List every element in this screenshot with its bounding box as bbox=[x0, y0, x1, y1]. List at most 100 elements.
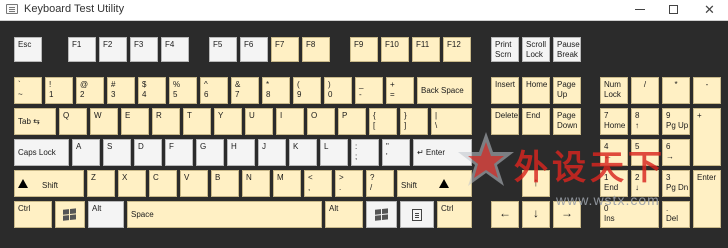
key-i[interactable]: I bbox=[276, 108, 304, 135]
key-num6[interactable]: 6 → bbox=[662, 139, 690, 166]
key-period[interactable]: >. bbox=[335, 170, 363, 197]
key-up[interactable]: ↑ bbox=[522, 170, 550, 197]
key-a[interactable]: A bbox=[72, 139, 100, 166]
key-d8[interactable]: * 8 bbox=[262, 77, 290, 104]
key-t[interactable]: T bbox=[183, 108, 211, 135]
key-capslock[interactable]: Caps Lock bbox=[14, 139, 69, 166]
key-rctrl[interactable]: Ctrl bbox=[437, 201, 472, 228]
key-p[interactable]: P bbox=[338, 108, 366, 135]
key-home[interactable]: Home bbox=[522, 77, 550, 104]
key-num0[interactable]: 0 Ins bbox=[600, 201, 659, 228]
key-f7[interactable]: F7 bbox=[271, 37, 299, 62]
key-lbracket[interactable]: {[ bbox=[369, 108, 397, 135]
key-x[interactable]: X bbox=[118, 170, 146, 197]
key-q[interactable]: Q bbox=[59, 108, 87, 135]
key-d7[interactable]: & 7 bbox=[231, 77, 259, 104]
key-esc[interactable]: Esc bbox=[14, 37, 42, 62]
key-v[interactable]: V bbox=[180, 170, 208, 197]
key-e[interactable]: E bbox=[121, 108, 149, 135]
key-num4[interactable]: 4 ← bbox=[600, 139, 628, 166]
key-n[interactable]: N bbox=[242, 170, 270, 197]
key-numadd[interactable]: + bbox=[693, 108, 721, 166]
key-f8[interactable]: F8 bbox=[302, 37, 330, 62]
key-semicolon[interactable]: :; bbox=[351, 139, 379, 166]
key-enter[interactable]: ↵ Enter bbox=[413, 139, 472, 166]
close-button[interactable]: ✕ bbox=[696, 0, 724, 20]
key-pagedown[interactable]: Page Down bbox=[553, 108, 581, 135]
key-s[interactable]: S bbox=[103, 139, 131, 166]
key-num9[interactable]: 9 Pg Up bbox=[662, 108, 690, 135]
key-numlock[interactable]: Num Lock bbox=[600, 77, 628, 104]
key-f3[interactable]: F3 bbox=[130, 37, 158, 62]
key-lwin[interactable] bbox=[55, 201, 85, 228]
key-numsub[interactable]: - bbox=[693, 77, 721, 104]
key-f4[interactable]: F4 bbox=[161, 37, 189, 62]
key-j[interactable]: J bbox=[258, 139, 286, 166]
key-g[interactable]: G bbox=[196, 139, 224, 166]
key-f1[interactable]: F1 bbox=[68, 37, 96, 62]
key-numenter[interactable]: Enter bbox=[693, 170, 721, 228]
key-insert[interactable]: Insert bbox=[491, 77, 519, 104]
key-numdel[interactable]: . Del bbox=[662, 201, 690, 228]
key-c[interactable]: C bbox=[149, 170, 177, 197]
key-f11[interactable]: F11 bbox=[412, 37, 440, 62]
key-f12[interactable]: F12 bbox=[443, 37, 471, 62]
key-d1[interactable]: ! 1 bbox=[45, 77, 73, 104]
key-f10[interactable]: F10 bbox=[381, 37, 409, 62]
key-z[interactable]: Z bbox=[87, 170, 115, 197]
key-b[interactable]: B bbox=[211, 170, 239, 197]
key-pausebreak[interactable]: Pause Break bbox=[553, 37, 581, 62]
key-minus[interactable]: _ - bbox=[355, 77, 383, 104]
key-k[interactable]: K bbox=[289, 139, 317, 166]
key-lshift[interactable]: Shift bbox=[14, 170, 84, 197]
key-u[interactable]: U bbox=[245, 108, 273, 135]
key-num1[interactable]: 1 End bbox=[600, 170, 628, 197]
key-rshift[interactable]: Shift bbox=[397, 170, 472, 197]
key-rbracket[interactable]: }] bbox=[400, 108, 428, 135]
key-f6[interactable]: F6 bbox=[240, 37, 268, 62]
key-num8[interactable]: 8 ↑ bbox=[631, 108, 659, 135]
key-down[interactable]: ↓ bbox=[522, 201, 550, 228]
maximize-button[interactable] bbox=[660, 0, 688, 20]
key-end[interactable]: End bbox=[522, 108, 550, 135]
key-nummul[interactable]: * bbox=[662, 77, 690, 104]
key-printscrn[interactable]: Print Scrn bbox=[491, 37, 519, 62]
key-d4[interactable]: $4 bbox=[138, 77, 166, 104]
key-space[interactable]: Space bbox=[127, 201, 322, 228]
key-tab[interactable]: Tab ⇆ bbox=[14, 108, 56, 135]
key-r[interactable]: R bbox=[152, 108, 180, 135]
key-lctrl[interactable]: Ctrl bbox=[14, 201, 52, 228]
key-l[interactable]: L bbox=[320, 139, 348, 166]
key-comma[interactable]: <, bbox=[304, 170, 332, 197]
key-pageup[interactable]: Page Up bbox=[553, 77, 581, 104]
key-d0[interactable]: ) 0 bbox=[324, 77, 352, 104]
key-num3[interactable]: 3 Pg Dn bbox=[662, 170, 690, 197]
key-delete[interactable]: Delete bbox=[491, 108, 519, 135]
key-d5[interactable]: % 5 bbox=[169, 77, 197, 104]
key-w[interactable]: W bbox=[90, 108, 118, 135]
key-h[interactable]: H bbox=[227, 139, 255, 166]
key-f9[interactable]: F9 bbox=[350, 37, 378, 62]
key-y[interactable]: Y bbox=[214, 108, 242, 135]
key-num2[interactable]: 2 ↓ bbox=[631, 170, 659, 197]
key-menu[interactable] bbox=[400, 201, 434, 228]
key-quote[interactable]: " ' bbox=[382, 139, 410, 166]
key-d9[interactable]: (9 bbox=[293, 77, 321, 104]
key-f[interactable]: F bbox=[165, 139, 193, 166]
key-backslash[interactable]: | \ bbox=[431, 108, 472, 135]
key-d3[interactable]: #3 bbox=[107, 77, 135, 104]
key-ralt[interactable]: Alt bbox=[325, 201, 363, 228]
key-backtick[interactable]: ` ~ bbox=[14, 77, 42, 104]
key-scrolllock[interactable]: Scroll Lock bbox=[522, 37, 550, 62]
key-lalt[interactable]: Alt bbox=[88, 201, 124, 228]
key-left[interactable]: ← bbox=[491, 201, 519, 228]
key-right[interactable]: → bbox=[553, 201, 581, 228]
key-f2[interactable]: F2 bbox=[99, 37, 127, 62]
minimize-button[interactable] bbox=[626, 0, 654, 20]
key-equals[interactable]: + = bbox=[386, 77, 414, 104]
key-d[interactable]: D bbox=[134, 139, 162, 166]
key-f5[interactable]: F5 bbox=[209, 37, 237, 62]
key-d6[interactable]: ^ 6 bbox=[200, 77, 228, 104]
key-numdiv[interactable]: / bbox=[631, 77, 659, 104]
key-m[interactable]: M bbox=[273, 170, 301, 197]
